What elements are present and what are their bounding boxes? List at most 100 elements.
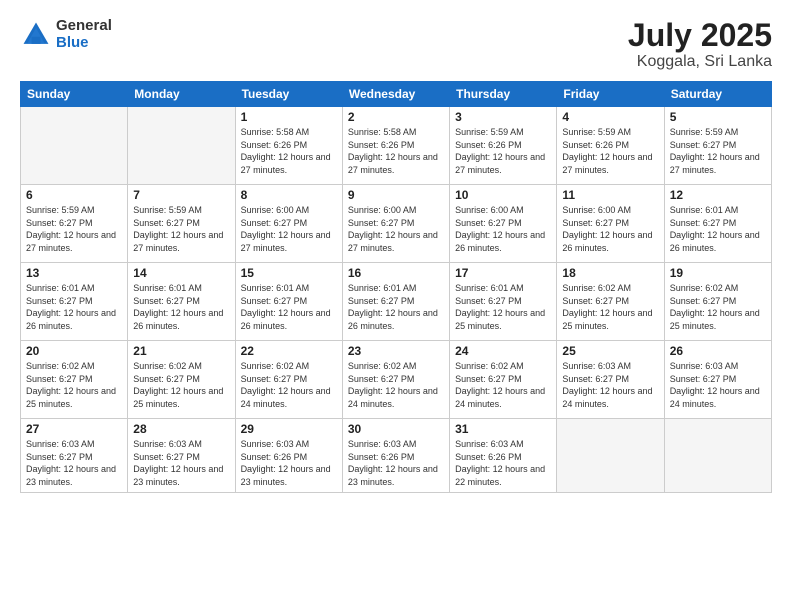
table-row [21, 107, 128, 185]
day-info: Sunrise: 6:02 AM Sunset: 6:27 PM Dayligh… [670, 282, 766, 332]
day-number: 17 [455, 266, 551, 280]
day-number: 14 [133, 266, 229, 280]
day-number: 15 [241, 266, 337, 280]
logo-blue: Blue [56, 35, 112, 52]
day-info: Sunrise: 5:58 AM Sunset: 6:26 PM Dayligh… [241, 126, 337, 176]
title-block: July 2025 Koggala, Sri Lanka [628, 18, 772, 71]
table-row: 1 Sunrise: 5:58 AM Sunset: 6:26 PM Daylig… [235, 107, 342, 185]
table-row: 27 Sunrise: 6:03 AM Sunset: 6:27 PM Dayli… [21, 419, 128, 492]
day-info: Sunrise: 6:00 AM Sunset: 6:27 PM Dayligh… [562, 204, 658, 254]
day-number: 23 [348, 344, 444, 358]
table-row: 20 Sunrise: 6:02 AM Sunset: 6:27 PM Dayli… [21, 341, 128, 419]
day-info: Sunrise: 6:03 AM Sunset: 6:27 PM Dayligh… [562, 360, 658, 410]
day-number: 29 [241, 422, 337, 436]
table-row: 28 Sunrise: 6:03 AM Sunset: 6:27 PM Dayli… [128, 419, 235, 492]
calendar-table: Sunday Monday Tuesday Wednesday Thursday… [20, 81, 772, 492]
table-row: 13Sunrise: 6:01 AM Sunset: 6:27 PM Dayli… [21, 263, 128, 341]
table-row: 24 Sunrise: 6:02 AM Sunset: 6:27 PM Dayli… [450, 341, 557, 419]
table-row: 2Sunrise: 5:58 AM Sunset: 6:26 PM Daylig… [342, 107, 449, 185]
table-row: 19 Sunrise: 6:02 AM Sunset: 6:27 PM Dayli… [664, 263, 771, 341]
day-info: Sunrise: 6:02 AM Sunset: 6:27 PM Dayligh… [133, 360, 229, 410]
table-row: 12Sunrise: 6:01 AM Sunset: 6:27 PM Dayli… [664, 185, 771, 263]
table-row: 17 Sunrise: 6:01 AM Sunset: 6:27 PM Dayli… [450, 263, 557, 341]
table-row: 11 Sunrise: 6:00 AM Sunset: 6:27 PM Dayli… [557, 185, 664, 263]
day-info: Sunrise: 6:01 AM Sunset: 6:27 PM Dayligh… [133, 282, 229, 332]
col-tuesday: Tuesday [235, 82, 342, 107]
table-row [557, 419, 664, 492]
table-row: 18Sunrise: 6:02 AM Sunset: 6:27 PM Dayli… [557, 263, 664, 341]
day-number: 16 [348, 266, 444, 280]
day-info: Sunrise: 6:03 AM Sunset: 6:27 PM Dayligh… [26, 438, 122, 488]
day-info: Sunrise: 6:02 AM Sunset: 6:27 PM Dayligh… [241, 360, 337, 410]
day-number: 22 [241, 344, 337, 358]
day-number: 13 [26, 266, 122, 280]
day-info: Sunrise: 6:02 AM Sunset: 6:27 PM Dayligh… [562, 282, 658, 332]
day-info: Sunrise: 6:01 AM Sunset: 6:27 PM Dayligh… [455, 282, 551, 332]
day-info: Sunrise: 6:00 AM Sunset: 6:27 PM Dayligh… [348, 204, 444, 254]
col-wednesday: Wednesday [342, 82, 449, 107]
day-info: Sunrise: 6:02 AM Sunset: 6:27 PM Dayligh… [455, 360, 551, 410]
day-info: Sunrise: 5:59 AM Sunset: 6:27 PM Dayligh… [26, 204, 122, 254]
logo-general: General [56, 18, 112, 35]
logo: General Blue [20, 18, 112, 51]
day-number: 28 [133, 422, 229, 436]
table-row: 15Sunrise: 6:01 AM Sunset: 6:27 PM Dayli… [235, 263, 342, 341]
table-row: 29 Sunrise: 6:03 AM Sunset: 6:26 PM Dayli… [235, 419, 342, 492]
day-number: 21 [133, 344, 229, 358]
day-info: Sunrise: 6:03 AM Sunset: 6:26 PM Dayligh… [348, 438, 444, 488]
day-number: 8 [241, 188, 337, 202]
day-info: Sunrise: 5:59 AM Sunset: 6:26 PM Dayligh… [455, 126, 551, 176]
day-info: Sunrise: 6:03 AM Sunset: 6:27 PM Dayligh… [133, 438, 229, 488]
table-row: 7Sunrise: 5:59 AM Sunset: 6:27 PM Daylig… [128, 185, 235, 263]
col-sunday: Sunday [21, 82, 128, 107]
col-thursday: Thursday [450, 82, 557, 107]
day-number: 3 [455, 110, 551, 124]
day-info: Sunrise: 5:59 AM Sunset: 6:26 PM Dayligh… [562, 126, 658, 176]
day-number: 25 [562, 344, 658, 358]
day-info: Sunrise: 6:03 AM Sunset: 6:26 PM Dayligh… [455, 438, 551, 488]
day-number: 10 [455, 188, 551, 202]
title-location: Koggala, Sri Lanka [628, 53, 772, 71]
logo-text: General Blue [56, 18, 112, 51]
table-row: 16 Sunrise: 6:01 AM Sunset: 6:27 PM Dayli… [342, 263, 449, 341]
day-number: 20 [26, 344, 122, 358]
table-row: 4 Sunrise: 5:59 AM Sunset: 6:26 PM Daylig… [557, 107, 664, 185]
table-row [664, 419, 771, 492]
col-saturday: Saturday [664, 82, 771, 107]
day-number: 27 [26, 422, 122, 436]
day-number: 30 [348, 422, 444, 436]
table-row: 30 Sunrise: 6:03 AM Sunset: 6:26 PM Dayli… [342, 419, 449, 492]
table-row: 10 Sunrise: 6:00 AM Sunset: 6:27 PM Dayli… [450, 185, 557, 263]
day-number: 4 [562, 110, 658, 124]
day-info: Sunrise: 5:59 AM Sunset: 6:27 PM Dayligh… [670, 126, 766, 176]
day-number: 19 [670, 266, 766, 280]
day-number: 1 [241, 110, 337, 124]
table-row: 25 Sunrise: 6:03 AM Sunset: 6:27 PM Dayli… [557, 341, 664, 419]
calendar-header-row: Sunday Monday Tuesday Wednesday Thursday… [21, 82, 772, 107]
title-month: July 2025 [628, 18, 772, 53]
table-row: 5 Sunrise: 5:59 AM Sunset: 6:27 PM Daylig… [664, 107, 771, 185]
table-row: 8Sunrise: 6:00 AM Sunset: 6:27 PM Daylig… [235, 185, 342, 263]
day-number: 31 [455, 422, 551, 436]
table-row: 6 Sunrise: 5:59 AM Sunset: 6:27 PM Daylig… [21, 185, 128, 263]
table-row: 26 Sunrise: 6:03 AM Sunset: 6:27 PM Dayli… [664, 341, 771, 419]
day-number: 26 [670, 344, 766, 358]
day-number: 11 [562, 188, 658, 202]
day-info: Sunrise: 6:00 AM Sunset: 6:27 PM Dayligh… [455, 204, 551, 254]
day-info: Sunrise: 6:02 AM Sunset: 6:27 PM Dayligh… [348, 360, 444, 410]
day-number: 12 [670, 188, 766, 202]
col-friday: Friday [557, 82, 664, 107]
day-info: Sunrise: 6:03 AM Sunset: 6:27 PM Dayligh… [670, 360, 766, 410]
day-info: Sunrise: 6:03 AM Sunset: 6:26 PM Dayligh… [241, 438, 337, 488]
day-info: Sunrise: 6:01 AM Sunset: 6:27 PM Dayligh… [348, 282, 444, 332]
table-row: 3 Sunrise: 5:59 AM Sunset: 6:26 PM Daylig… [450, 107, 557, 185]
day-info: Sunrise: 6:02 AM Sunset: 6:27 PM Dayligh… [26, 360, 122, 410]
table-row: 9Sunrise: 6:00 AM Sunset: 6:27 PM Daylig… [342, 185, 449, 263]
table-row: 21 Sunrise: 6:02 AM Sunset: 6:27 PM Dayli… [128, 341, 235, 419]
day-number: 24 [455, 344, 551, 358]
table-row: 23 Sunrise: 6:02 AM Sunset: 6:27 PM Dayli… [342, 341, 449, 419]
table-row [128, 107, 235, 185]
day-number: 5 [670, 110, 766, 124]
day-number: 6 [26, 188, 122, 202]
page: General Blue July 2025 Koggala, Sri Lank… [0, 0, 792, 612]
